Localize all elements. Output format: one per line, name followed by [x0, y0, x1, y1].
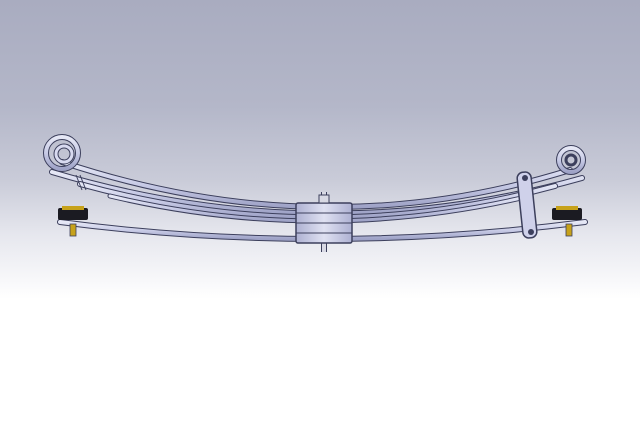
cad-viewport — [0, 0, 640, 427]
center-clamp-icon — [295, 192, 353, 252]
leaf-spring-drawing — [43, 134, 588, 252]
